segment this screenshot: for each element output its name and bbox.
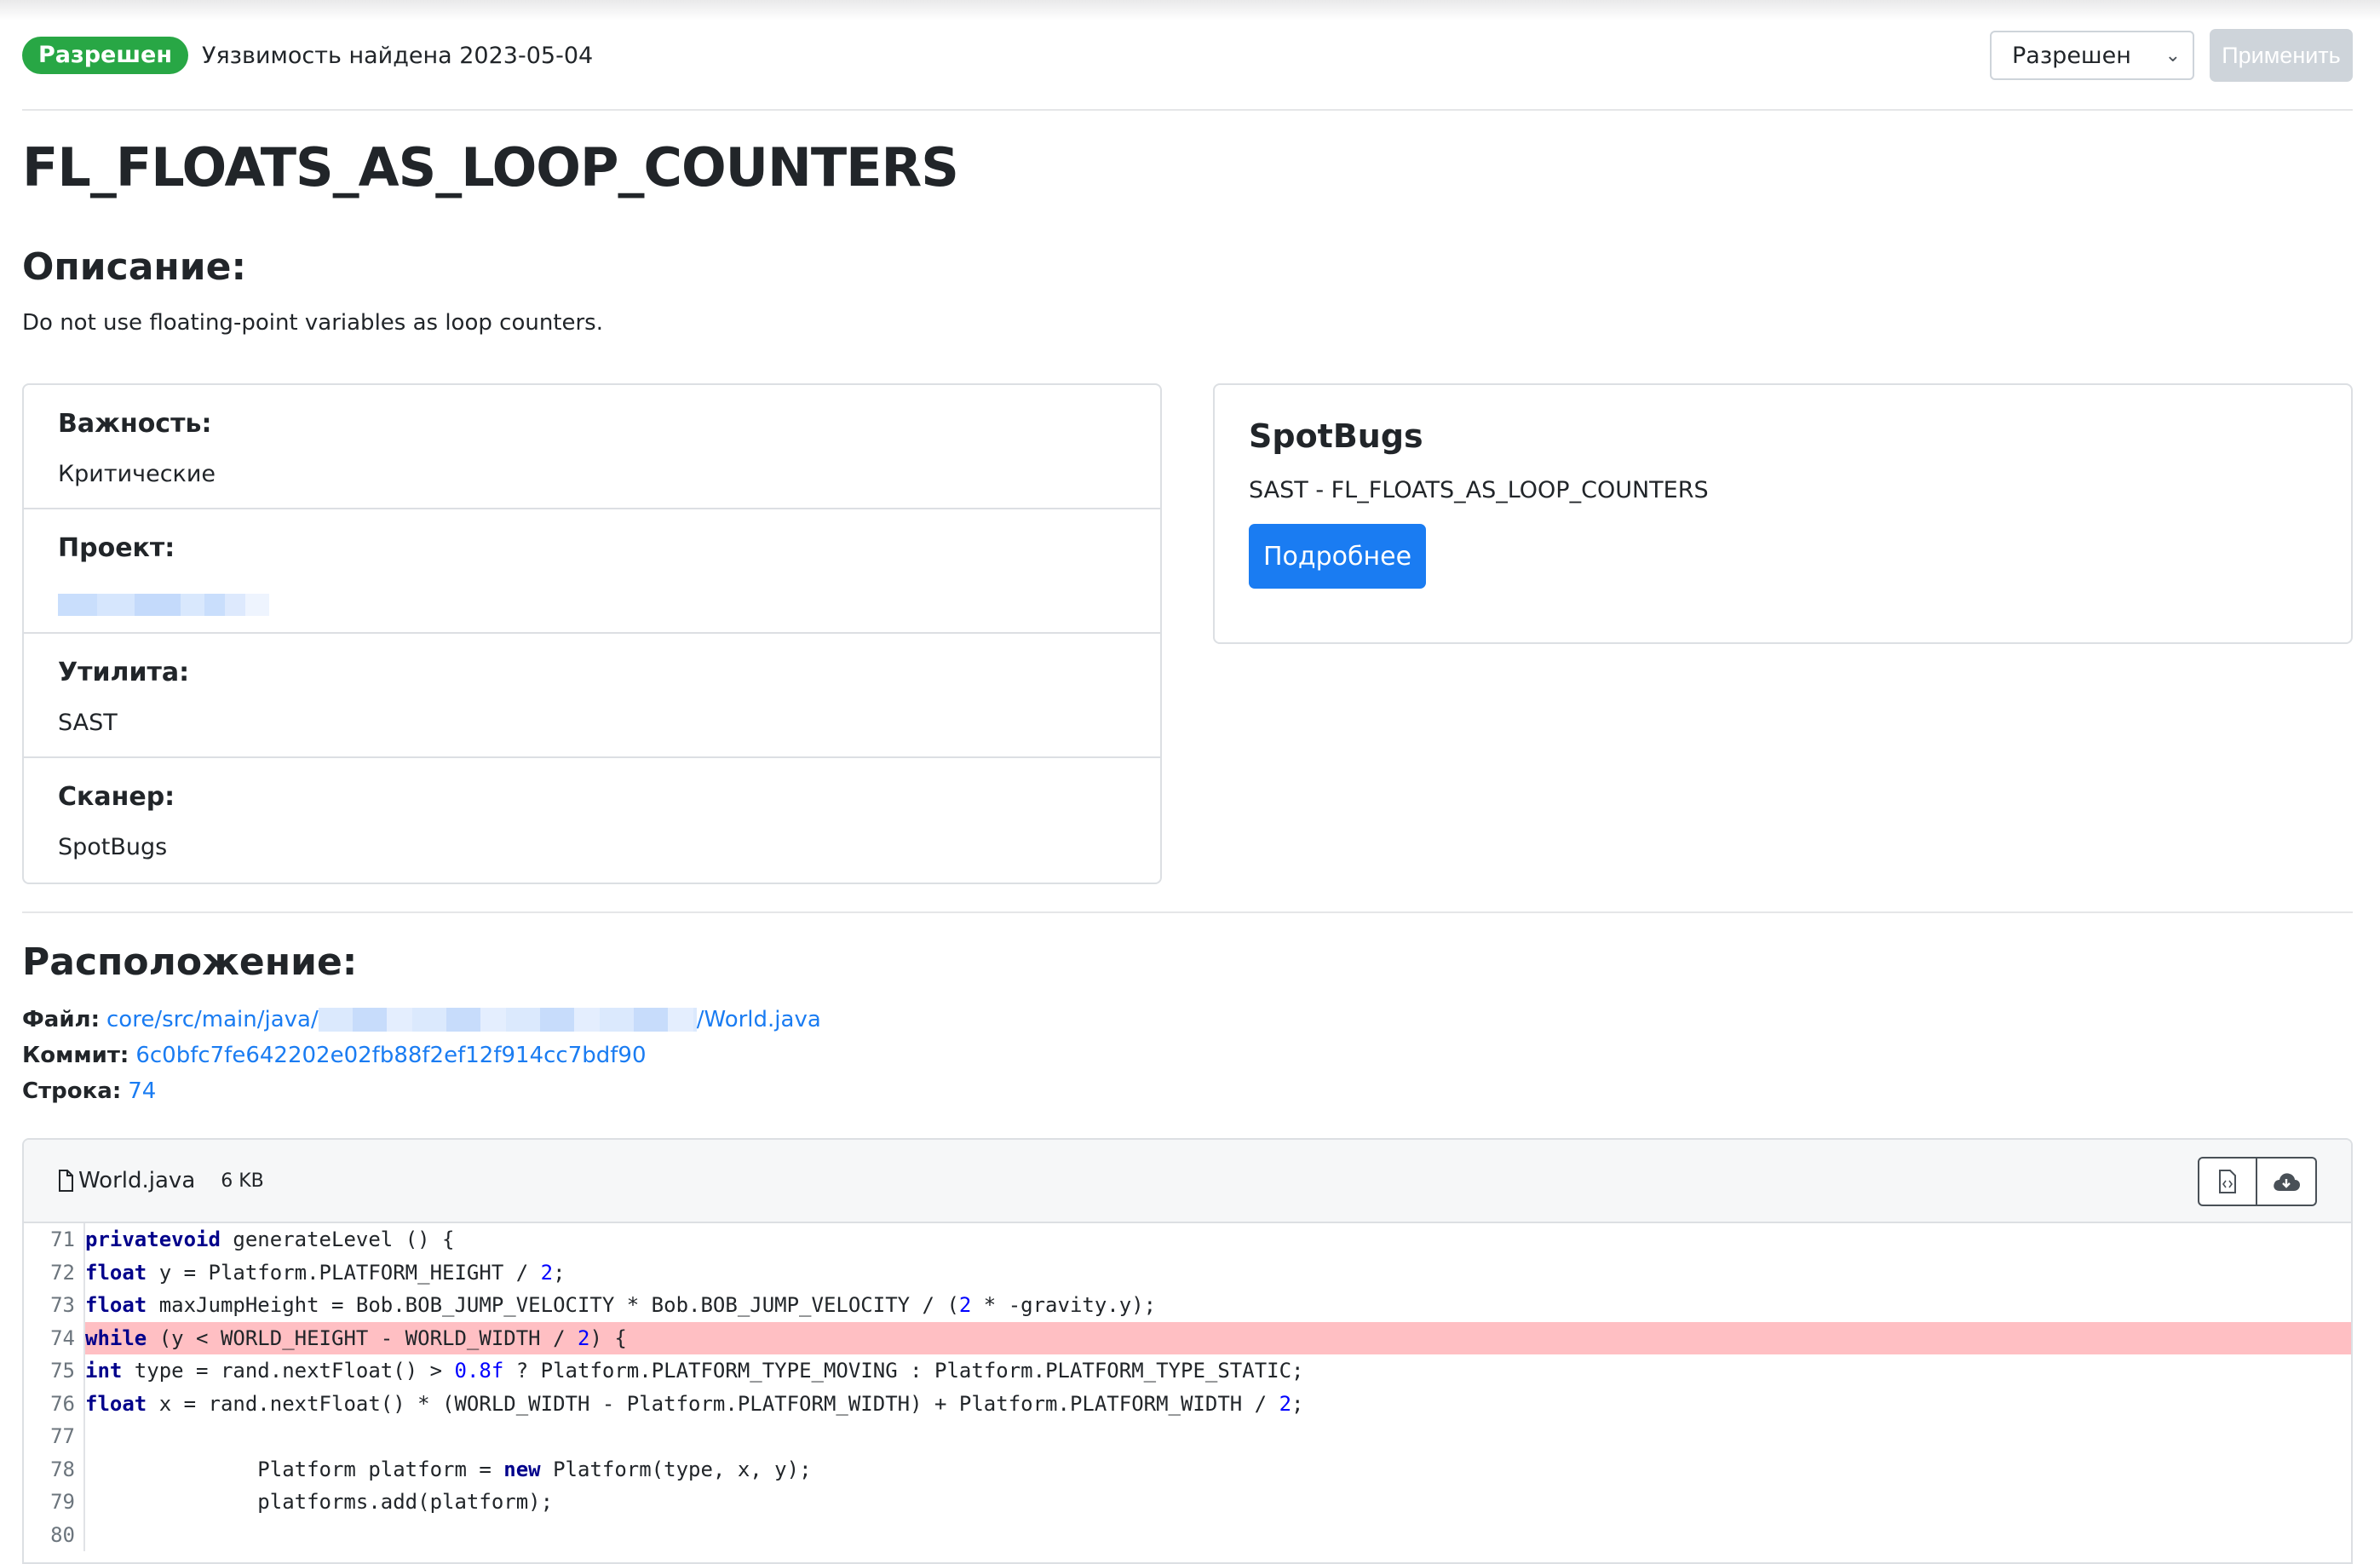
severity-label: Важность: [58, 409, 212, 439]
code-line: 71 private void generateLevel () { [24, 1223, 2351, 1256]
download-button[interactable] [2257, 1157, 2317, 1206]
code-line: 79 platforms.add(platform); [24, 1486, 2351, 1519]
file-actions [2198, 1157, 2317, 1206]
file-size: 6 KB [221, 1170, 264, 1192]
line-number[interactable]: 76 [24, 1387, 85, 1420]
details-card: Важность: Критические Проект: Утилита: S… [22, 383, 1162, 884]
file-viewer-header: World.java 6 KB [24, 1140, 2351, 1223]
project-name-redacted [58, 594, 271, 616]
code-line: 73 float maxJumpHeight = Bob.BOB_JUMP_VE… [24, 1289, 2351, 1322]
code-line: 74 while (y < WORLD_HEIGHT - WORLD_WIDTH… [24, 1321, 2351, 1354]
status-select-value: Разрешен [2012, 42, 2131, 69]
status-select[interactable]: Разрешен ⌄ [1990, 31, 2194, 80]
code-text: Platform platform = new Platform(type, x… [85, 1457, 812, 1481]
location-heading: Расположение: [22, 940, 358, 984]
file-path-suffix-link[interactable]: /World.java [697, 1007, 821, 1032]
tool-row: Утилита: SAST [24, 634, 1160, 758]
code-text: platforms.add(platform); [85, 1490, 554, 1515]
project-label: Проект: [58, 533, 175, 563]
file-label: Файл: [22, 1007, 100, 1032]
rule-card-title: SpotBugs [1249, 417, 1423, 455]
cloud-download-icon [2274, 1173, 2300, 1191]
top-shadow [0, 0, 2380, 20]
status-badge: Разрешен [22, 37, 188, 74]
line-label: Строка: [22, 1078, 122, 1104]
file-viewer: World.java 6 KB 71 private void generate… [22, 1138, 2353, 1564]
page-title: FL_FLOATS_AS_LOOP_COUNTERS [22, 136, 959, 198]
line-number[interactable]: 74 [24, 1321, 85, 1354]
more-details-button[interactable]: Подробнее [1249, 524, 1426, 589]
code-line: 75 int type = rand.nextFloat() > 0.8f ? … [24, 1354, 2351, 1388]
code-line: 78 Platform platform = new Platform(type… [24, 1452, 2351, 1486]
code-text: int type = rand.nextFloat() > 0.8f ? Pla… [85, 1359, 1304, 1383]
line-number-line: Строка: 74 [22, 1078, 156, 1104]
line-number[interactable]: 79 [24, 1486, 85, 1519]
file-icon [59, 1170, 73, 1192]
code-text: float y = Platform.PLATFORM_HEIGHT / 2; [85, 1260, 566, 1285]
code-line: 77 [24, 1420, 2351, 1453]
divider [22, 109, 2353, 111]
line-number[interactable]: 73 [24, 1289, 85, 1322]
line-number[interactable]: 80 [24, 1518, 85, 1551]
description-heading: Описание: [22, 245, 247, 289]
line-link[interactable]: 74 [128, 1078, 156, 1104]
scanner-row: Сканер: SpotBugs [24, 758, 1160, 883]
line-number[interactable]: 77 [24, 1420, 85, 1453]
scanner-label: Сканер: [58, 782, 175, 812]
code-text: float maxJumpHeight = Bob.BOB_JUMP_VELOC… [85, 1293, 1157, 1318]
code-line: 76 float x = rand.nextFloat() * (WORLD_W… [24, 1387, 2351, 1420]
found-date-text: Уязвимость найдена 2023-05-04 [201, 42, 594, 69]
tool-value: SAST [58, 710, 118, 736]
code-line: 72 float y = Platform.PLATFORM_HEIGHT / … [24, 1256, 2351, 1289]
code-text: float x = rand.nextFloat() * (WORLD_WIDT… [85, 1391, 1304, 1416]
line-number[interactable]: 71 [24, 1223, 85, 1256]
code-text: while (y < WORLD_HEIGHT - WORLD_WIDTH / … [85, 1321, 2351, 1354]
tool-label: Утилита: [58, 658, 190, 687]
file-name: World.java [78, 1168, 196, 1193]
rule-card: SpotBugs SAST - FL_FLOATS_AS_LOOP_COUNTE… [1213, 383, 2353, 644]
code-view: 71 private void generateLevel () {72 flo… [24, 1223, 2351, 1551]
commit-label: Коммит: [22, 1043, 129, 1068]
code-text: private void generateLevel () { [85, 1228, 455, 1252]
divider [22, 911, 2353, 913]
commit-link[interactable]: 6c0bfc7fe642202e02fb88f2ef12f914cc7bdf90 [135, 1043, 646, 1068]
description-text: Do not use floating-point variables as l… [22, 310, 603, 336]
commit-line: Коммит: 6c0bfc7fe642202e02fb88f2ef12f914… [22, 1043, 647, 1068]
chevron-down-icon: ⌄ [2164, 44, 2181, 66]
file-path-line: Файл: core/src/main/java/ /World.java [22, 1007, 821, 1032]
code-line: 80 [24, 1518, 2351, 1552]
file-path-prefix-link[interactable]: core/src/main/java/ [106, 1007, 319, 1032]
severity-row: Важность: Критические [24, 385, 1160, 509]
rule-card-subtitle: SAST - FL_FLOATS_AS_LOOP_COUNTERS [1249, 477, 1709, 503]
vulnerability-header: Разрешен Уязвимость найдена 2023-05-04 Р… [22, 29, 2353, 82]
file-code-icon [2219, 1170, 2236, 1193]
file-path-redacted [318, 1008, 697, 1032]
apply-button[interactable]: Применить [2210, 29, 2353, 82]
scanner-value: SpotBugs [58, 834, 168, 860]
line-number[interactable]: 72 [24, 1256, 85, 1289]
line-number[interactable]: 78 [24, 1452, 85, 1486]
line-number[interactable]: 75 [24, 1354, 85, 1388]
project-row: Проект: [24, 509, 1160, 634]
severity-value: Критические [58, 461, 216, 487]
view-source-button[interactable] [2198, 1157, 2257, 1206]
